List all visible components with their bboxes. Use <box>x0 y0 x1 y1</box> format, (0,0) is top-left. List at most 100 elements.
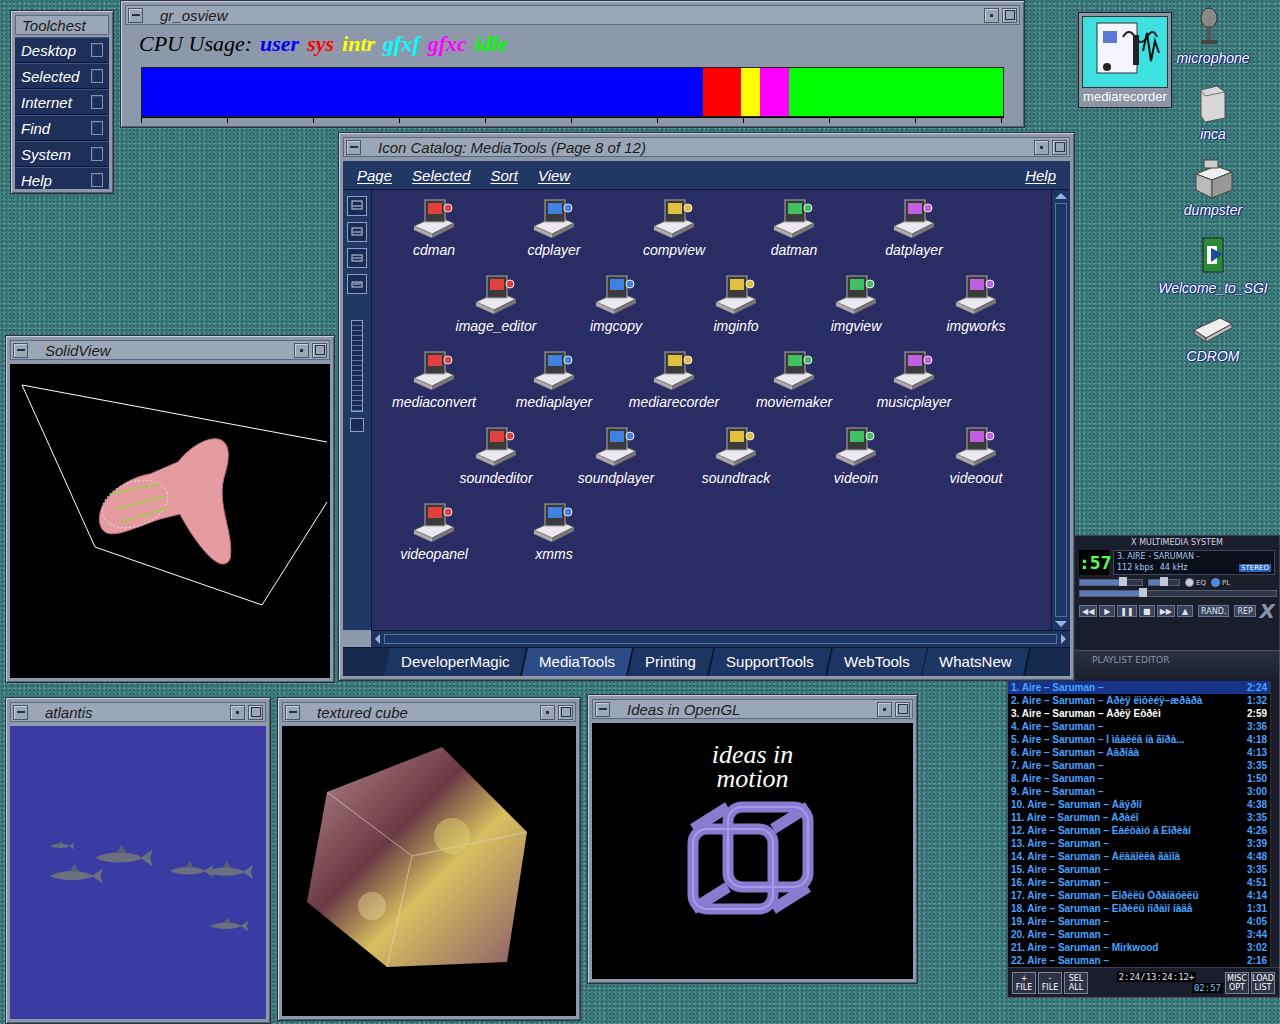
page-tab[interactable]: SupportTools <box>709 648 833 676</box>
desktop-icon[interactable]: microphone <box>1176 6 1249 70</box>
horizontal-scrollbar[interactable] <box>371 630 1070 647</box>
playlist-button[interactable]: - FILE <box>1038 972 1062 994</box>
window-menu-icon[interactable] <box>285 705 300 720</box>
catalog-icon[interactable]: mediaconvert <box>374 348 494 424</box>
catalog-icon[interactable]: videoin <box>796 424 916 500</box>
catalog-icon[interactable]: imginfo <box>676 272 796 348</box>
catalog-icon[interactable]: mediarecorder <box>614 348 734 424</box>
catalog-icon[interactable]: datman <box>734 196 854 272</box>
repeat-button[interactable]: REP <box>1234 605 1255 617</box>
view-mode-icon[interactable] <box>347 196 367 216</box>
balance-slider[interactable] <box>1148 579 1180 586</box>
menu-item[interactable]: Selected <box>412 167 470 184</box>
playlist-scrollbar[interactable] <box>1270 681 1279 967</box>
shuffle-button[interactable]: RAND. <box>1198 605 1229 617</box>
maximize-icon[interactable] <box>1002 8 1017 23</box>
playlist-row[interactable]: 15. Aire – Saruman –3:35 <box>1008 863 1270 876</box>
playlist-row[interactable]: 7. Aire – Saruman –3:35 <box>1008 759 1270 772</box>
scroll-down-icon[interactable] <box>1055 621 1067 627</box>
minimize-icon[interactable] <box>230 705 245 720</box>
catalog-icon[interactable]: xmms <box>494 500 614 576</box>
transport-button[interactable]: ❚❚ <box>1117 605 1136 617</box>
playlist-row[interactable]: 6. Aire – Saruman – Àâðîâà4:13 <box>1008 746 1270 759</box>
catalog-icon[interactable]: cdplayer <box>494 196 614 272</box>
help-menu[interactable]: Help <box>1025 167 1056 184</box>
playlist-row[interactable]: 16. Aire – Saruman –4:51 <box>1008 876 1270 889</box>
eq-toggle[interactable]: EQ <box>1185 578 1206 587</box>
menu-item[interactable]: Page <box>357 167 392 184</box>
title-bar[interactable]: SolidView <box>10 340 330 360</box>
page-tab[interactable]: Printing <box>628 648 715 676</box>
window-menu-icon[interactable] <box>346 140 361 155</box>
maximize-icon[interactable] <box>895 702 910 717</box>
title-bar[interactable]: Ideas in OpenGL <box>592 699 913 719</box>
title-bar[interactable]: Toolchest <box>15 15 109 35</box>
playlist-row[interactable]: 18. Aire – Saruman – Ëîðèëü íîðàìî íàäå1… <box>1008 902 1270 915</box>
catalog-icon[interactable]: image_editor <box>436 272 556 348</box>
playlist-row[interactable]: 1. Aire – Saruman –2:24 <box>1008 681 1270 694</box>
zoom-slider[interactable] <box>351 320 363 412</box>
playlist-row[interactable]: 14. Aire – Saruman – Àëàäîèëà ãàìîà4:48 <box>1008 850 1270 863</box>
title-bar[interactable]: textured cube <box>282 702 576 722</box>
window-menu-icon[interactable] <box>13 705 28 720</box>
window-menu-icon[interactable] <box>595 702 610 717</box>
transport-button[interactable]: ◀◀ <box>1079 605 1097 617</box>
playlist-row[interactable]: 19. Aire – Saruman –4:05 <box>1008 915 1270 928</box>
catalog-icon[interactable]: mediaplayer <box>494 348 614 424</box>
pl-toggle[interactable]: PL <box>1211 578 1230 587</box>
minimize-icon[interactable] <box>1034 140 1049 155</box>
catalog-icon[interactable]: imgworks <box>916 272 1036 348</box>
window-menu-icon[interactable] <box>128 8 143 23</box>
minimize-icon[interactable] <box>294 343 309 358</box>
playlist-row[interactable]: 11. Aire – Saruman – Àðàéî3:35 <box>1008 811 1270 824</box>
window-menu-icon[interactable] <box>13 343 28 358</box>
playlist-row[interactable]: 8. Aire – Saruman –1:50 <box>1008 772 1270 785</box>
volume-slider[interactable] <box>1079 579 1143 586</box>
maximize-icon[interactable] <box>1052 140 1067 155</box>
transport-button[interactable]: ▶▶ <box>1157 605 1175 617</box>
playlist-row[interactable]: 17. Aire – Saruman – Ëîðèëü Òðàíäóèëü4:1… <box>1008 889 1270 902</box>
seek-bar-knob[interactable] <box>1139 588 1147 597</box>
title-bar[interactable]: atlantis <box>10 702 266 722</box>
playlist-row[interactable]: 21. Aire – Saruman – Mirkwood3:02 <box>1008 941 1270 954</box>
seek-bar[interactable] <box>1079 590 1277 597</box>
playlist-row[interactable]: 10. Aire – Saruman – Àäýðîí4:38 <box>1008 798 1270 811</box>
playlist-row[interactable]: 22. Aire – Saruman –2:16 <box>1008 954 1270 967</box>
catalog-icon[interactable]: videoout <box>916 424 1036 500</box>
toolchest-item[interactable]: Desktop <box>15 37 109 63</box>
toolchest-item[interactable]: Help <box>15 167 109 189</box>
transport-button[interactable]: ■ <box>1139 605 1155 617</box>
volume-slider-knob[interactable] <box>1119 577 1127 586</box>
playlist-row[interactable]: 12. Aire – Saruman – Ëàéòàìó â Ëîðèàí4:2… <box>1008 824 1270 837</box>
playlist-row[interactable]: 5. Aire – Saruman – Î ìâàëéâ íà ãîðà...4… <box>1008 733 1270 746</box>
scroll-right-icon[interactable] <box>1061 634 1066 644</box>
catalog-icon[interactable]: soundplayer <box>556 424 676 500</box>
playlist-row[interactable]: 13. Aire – Saruman –3:39 <box>1008 837 1270 850</box>
desktop-icon[interactable]: CDROM <box>1187 310 1240 374</box>
playlist-button[interactable]: SEL ALL <box>1064 972 1088 994</box>
toolchest-item[interactable]: Internet <box>15 89 109 115</box>
scroll-left-icon[interactable] <box>375 634 380 644</box>
title-bar[interactable]: gr_osview <box>125 5 1020 25</box>
view-mode-icon[interactable] <box>347 248 367 268</box>
menu-item[interactable]: View <box>538 167 570 184</box>
playlist-row[interactable]: 9. Aire – Saruman –3:00 <box>1008 785 1270 798</box>
desktop-icon[interactable]: dumpster <box>1184 158 1242 222</box>
page-tab[interactable]: WhatsNew <box>922 648 1030 676</box>
maximize-icon[interactable] <box>312 343 327 358</box>
catalog-icon[interactable]: videopanel <box>374 500 494 576</box>
title-bar[interactable]: Icon Catalog: MediaTools (Page 8 of 12) <box>343 137 1070 157</box>
minimize-icon[interactable] <box>984 8 999 23</box>
playlist-row[interactable]: 20. Aire – Saruman –3:44 <box>1008 928 1270 941</box>
maximize-icon[interactable] <box>558 705 573 720</box>
maximize-icon[interactable] <box>248 705 263 720</box>
catalog-icon[interactable]: imgview <box>796 272 916 348</box>
playlist-row[interactable]: 2. Aire – Saruman – Àðèÿ ëìôèéÿ–æðàðà1:3… <box>1008 694 1270 707</box>
catalog-icon[interactable]: cdman <box>374 196 494 272</box>
page-tab[interactable]: DeveloperMagic <box>384 648 528 676</box>
toolchest-item[interactable]: Find <box>15 115 109 141</box>
minimize-icon[interactable] <box>540 705 555 720</box>
catalog-icon[interactable]: musicplayer <box>854 348 974 424</box>
page-tab[interactable]: WebTools <box>827 648 929 676</box>
view-mode-icon[interactable] <box>347 222 367 242</box>
